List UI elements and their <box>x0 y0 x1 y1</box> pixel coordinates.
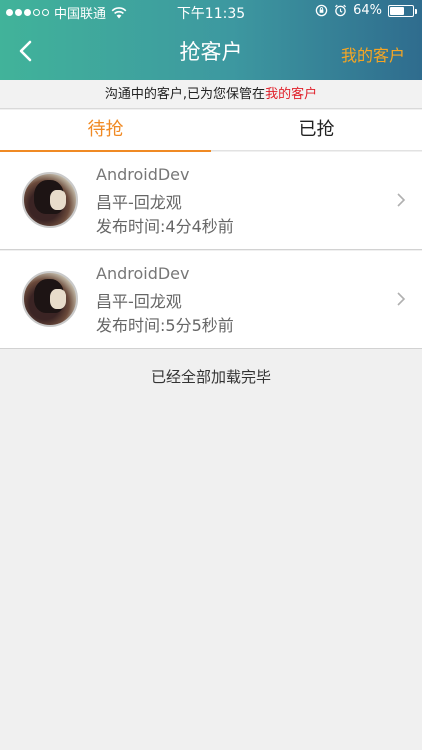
list-item[interactable]: AndroidDev 昌平-回龙观 发布时间:5分5秒前 <box>0 251 422 349</box>
customer-location: 昌平-回龙观 <box>96 193 182 212</box>
chevron-right-icon <box>397 292 406 306</box>
notice-text: 沟通中的客户,已为您保管在 <box>104 87 266 102</box>
publish-time: 发布时间:4分4秒前 <box>96 217 234 236</box>
tab-bar: 待抢 已抢 <box>0 110 422 152</box>
my-customers-button[interactable]: 我的客户 <box>341 42 405 66</box>
avatar <box>22 271 78 327</box>
notice-bar: 沟通中的客户,已为您保管在我的客户 <box>0 80 422 109</box>
customer-location: 昌平-回龙观 <box>96 292 182 311</box>
customer-name: AndroidDev <box>96 165 190 184</box>
status-right: 64% <box>315 3 417 18</box>
avatar <box>22 172 78 228</box>
battery-icon <box>388 4 417 17</box>
tab-to-grab[interactable]: 待抢 <box>0 110 211 152</box>
list-end-message: 已经全部加载完毕 <box>150 368 271 386</box>
battery-percent: 64% <box>353 3 382 18</box>
header: 中国联通 下午11:35 64% 抢客户 我的客户 <box>0 0 422 80</box>
rotation-lock-icon <box>315 4 328 17</box>
publish-time: 发布时间:5分5秒前 <box>96 316 234 335</box>
customer-list: AndroidDev 昌平-回龙观 发布时间:4分4秒前 AndroidDev … <box>0 152 422 349</box>
battery-level <box>390 6 405 15</box>
list-item[interactable]: AndroidDev 昌平-回龙观 发布时间:4分4秒前 <box>0 152 422 250</box>
chevron-right-icon <box>397 193 406 207</box>
customer-name: AndroidDev <box>96 264 190 283</box>
status-bar: 中国联通 下午11:35 64% <box>0 0 422 24</box>
tab-grabbed[interactable]: 已抢 <box>211 110 422 151</box>
notice-my-customers-link[interactable]: 我的客户 <box>265 87 317 102</box>
alarm-icon <box>335 4 347 17</box>
